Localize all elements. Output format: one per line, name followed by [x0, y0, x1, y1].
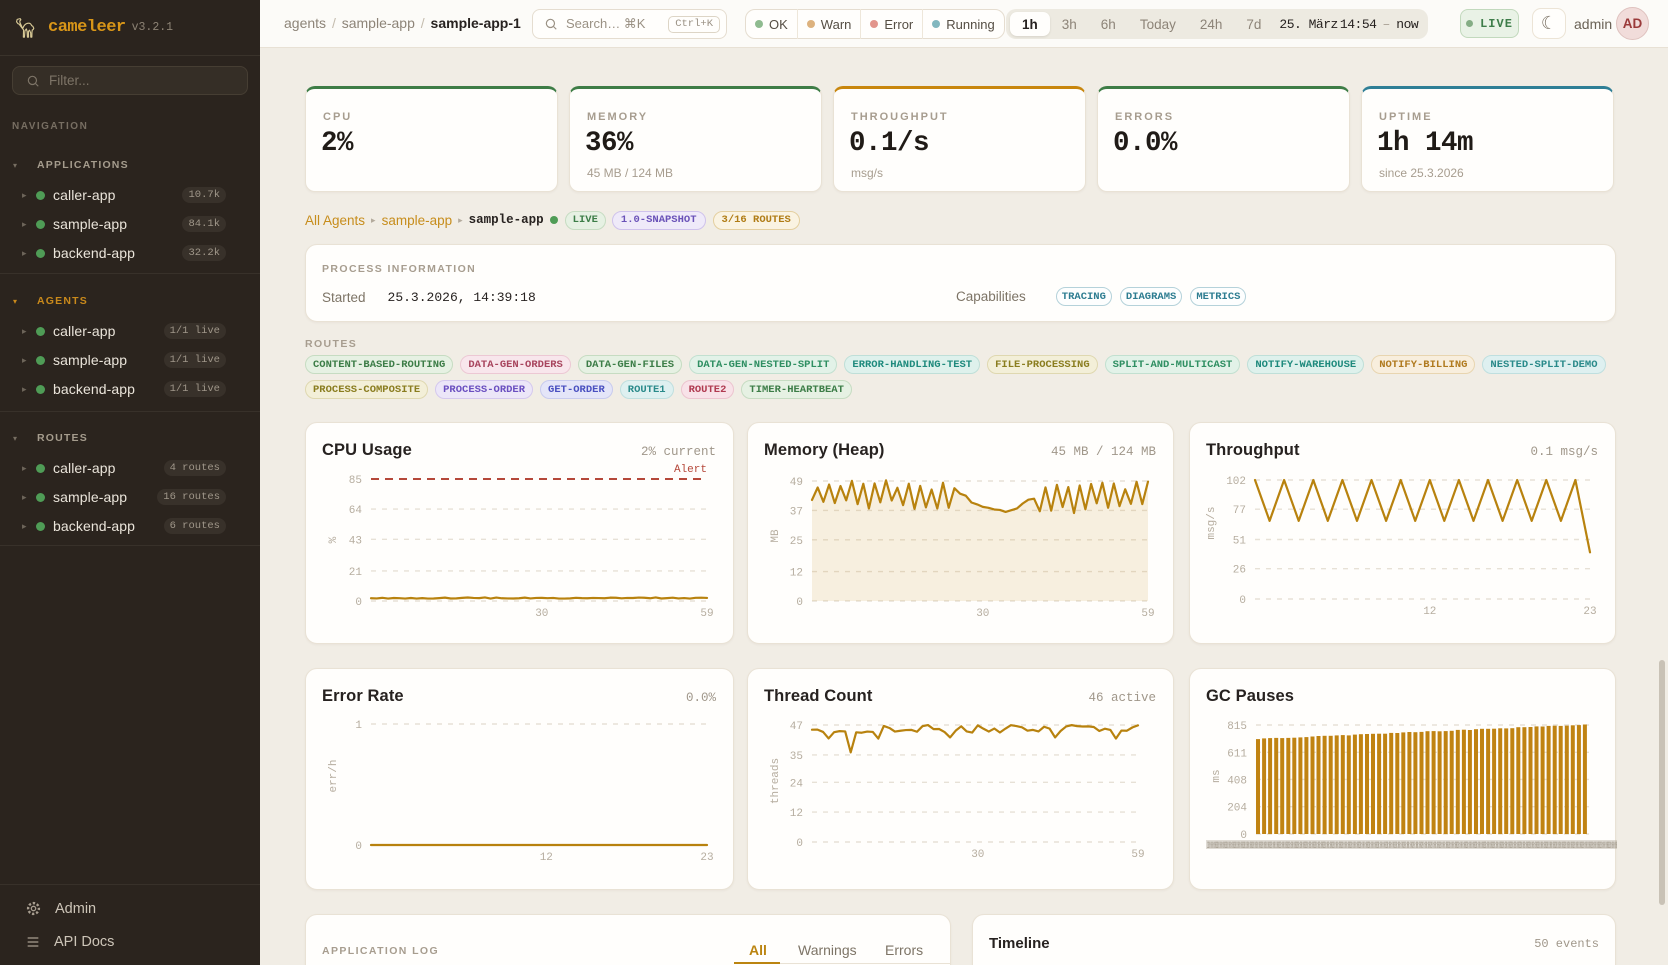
svg-text:51: 51 — [1233, 536, 1247, 548]
svg-text:30: 30 — [971, 849, 984, 861]
svg-text:64: 64 — [349, 505, 363, 517]
svg-text:59: 59 — [1131, 849, 1144, 861]
svg-text:25: 25 — [790, 536, 803, 548]
svg-text:0: 0 — [796, 838, 803, 850]
svg-text:30: 30 — [976, 608, 989, 620]
svg-text:408: 408 — [1227, 775, 1247, 787]
svg-text:21: 21 — [349, 567, 363, 579]
svg-text:%: % — [328, 536, 340, 543]
svg-text:26: 26 — [1233, 565, 1246, 577]
svg-text:24: 24 — [790, 778, 804, 790]
svg-text:12: 12 — [540, 852, 553, 864]
svg-text:59: 59 — [1141, 608, 1154, 620]
svg-text:59: 59 — [700, 608, 713, 620]
svg-text:43: 43 — [349, 535, 362, 547]
svg-text:30: 30 — [535, 608, 548, 620]
svg-text:1: 1 — [355, 720, 362, 732]
svg-text:47: 47 — [790, 721, 803, 733]
svg-text:MB: MB — [770, 529, 782, 543]
svg-text:815: 815 — [1227, 721, 1247, 733]
svg-text:err/h: err/h — [328, 759, 340, 792]
svg-text:12: 12 — [1423, 606, 1436, 618]
svg-text:0: 0 — [796, 597, 803, 609]
svg-text:77: 77 — [1233, 505, 1246, 517]
svg-text:0: 0 — [355, 597, 362, 609]
svg-text:85: 85 — [349, 475, 362, 487]
svg-text:ms: ms — [1211, 769, 1223, 782]
svg-text:20:00:0020:00:0020:00:0020:00:: 20:00:0020:00:0020:00:0020:00:0020:00:00… — [1208, 841, 1617, 852]
svg-text:23: 23 — [1583, 606, 1596, 618]
svg-text:35: 35 — [790, 751, 803, 763]
svg-text:23: 23 — [700, 852, 713, 864]
svg-text:0: 0 — [355, 841, 362, 853]
svg-text:102: 102 — [1226, 476, 1246, 488]
svg-text:0: 0 — [1239, 595, 1246, 607]
svg-text:12: 12 — [790, 568, 803, 580]
svg-text:msg/s: msg/s — [1206, 506, 1218, 539]
svg-text:611: 611 — [1227, 748, 1247, 760]
svg-text:204: 204 — [1227, 803, 1247, 815]
svg-text:49: 49 — [790, 477, 803, 489]
svg-text:12: 12 — [790, 808, 803, 820]
svg-text:37: 37 — [790, 506, 803, 518]
svg-text:threads: threads — [770, 758, 782, 804]
svg-text:Alert: Alert — [674, 464, 707, 476]
